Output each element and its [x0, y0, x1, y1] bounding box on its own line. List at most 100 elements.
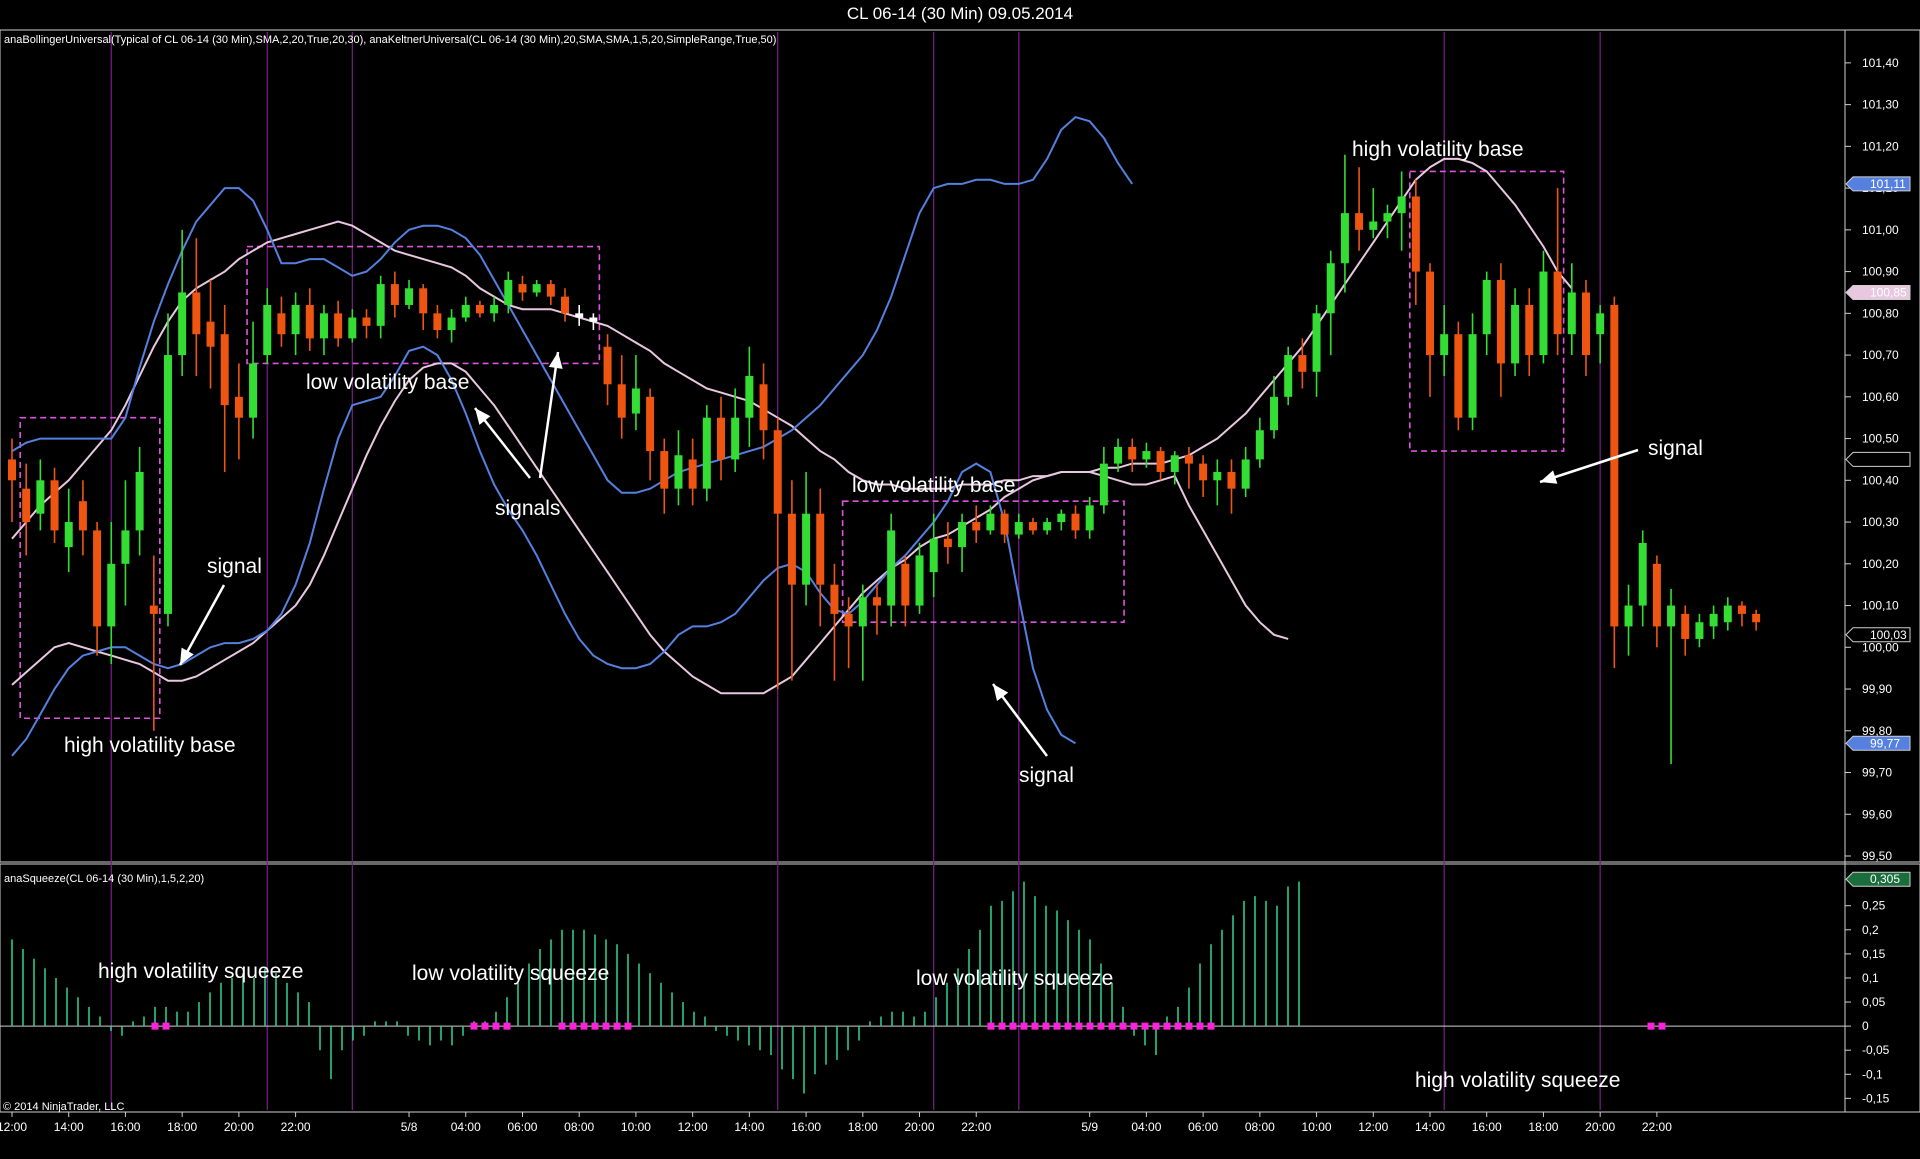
- time-tick-label-9: 08:00: [564, 1120, 594, 1134]
- candle-body-46: [660, 451, 669, 489]
- candle-body-8: [121, 530, 130, 564]
- candle-body-3: [50, 480, 59, 531]
- price-tick-label-19: 99,50: [1862, 849, 1892, 863]
- candle-body-76: [1085, 505, 1094, 531]
- candle-body-41: [589, 317, 598, 322]
- candle-body-0: [8, 459, 16, 481]
- candle-body-50: [717, 417, 725, 460]
- time-tick-label-7: 04:00: [451, 1120, 481, 1134]
- squeeze-dot-33: [1207, 1022, 1215, 1030]
- time-tick-label-26: 20:00: [1585, 1120, 1615, 1134]
- squeeze-dot-27: [1141, 1022, 1149, 1030]
- price-tick-label-11: 100,30: [1862, 515, 1899, 529]
- candle-body-111: [1581, 292, 1590, 356]
- candle-body-52: [745, 375, 754, 418]
- squeeze-dot-4: [492, 1022, 500, 1030]
- candle-body-45: [646, 396, 655, 452]
- candle-body-87: [1241, 459, 1250, 489]
- candle-body-48: [688, 459, 697, 489]
- price-tick-label-9: 100,50: [1862, 432, 1899, 446]
- squeeze-dot-2: [470, 1022, 478, 1030]
- candle-body-40: [575, 313, 584, 318]
- candle-body-56: [802, 513, 811, 585]
- candle-body-82: [1170, 455, 1179, 472]
- candle-body-66: [943, 538, 952, 548]
- indicator-tick-label-3: 0,1: [1862, 971, 1879, 985]
- candle-body-59: [844, 613, 853, 627]
- time-tick-label-24: 16:00: [1472, 1120, 1502, 1134]
- price-tick-label-13: 100,10: [1862, 599, 1899, 613]
- squeeze-dot-12: [624, 1022, 632, 1030]
- candle-body-34: [490, 304, 499, 314]
- candle-body-7: [107, 563, 116, 627]
- price-axis: 101,40101,30101,20101,10101,00100,90100,…: [1845, 56, 1911, 863]
- candle-body-21: [305, 304, 314, 339]
- candle-body-39: [561, 296, 570, 314]
- candle-body-80: [1142, 451, 1151, 460]
- indicator-tick-label-8: -0,15: [1862, 1091, 1890, 1105]
- candle-body-118: [1681, 613, 1690, 639]
- price-tick-label-10: 100,40: [1862, 473, 1899, 487]
- candle-body-117: [1667, 605, 1676, 627]
- candle-body-16: [234, 396, 243, 418]
- squeeze-indicator-label: anaSqueeze(CL 06-14 (30 Min),1,5,2,20): [4, 873, 204, 885]
- candle-body-120: [1709, 613, 1718, 627]
- time-tick-label-8: 06:00: [507, 1120, 537, 1134]
- candle-body-64: [915, 555, 924, 606]
- time-tick-label-4: 20:00: [224, 1120, 254, 1134]
- candle-body-91: [1298, 355, 1307, 372]
- squeeze-dot-17: [1031, 1022, 1039, 1030]
- squeeze-dot-10: [602, 1022, 610, 1030]
- candle-body-51: [731, 417, 740, 460]
- time-tick-label-3: 18:00: [167, 1120, 197, 1134]
- candle-body-106: [1511, 304, 1520, 364]
- price-tick-label-17: 99,70: [1862, 766, 1892, 780]
- copyright-text: © 2014 NinjaTrader, LLC: [3, 1101, 124, 1113]
- candle-body-116: [1652, 563, 1661, 627]
- squeeze-dot-30: [1174, 1022, 1182, 1030]
- candle-body-38: [546, 284, 555, 297]
- candle-body-86: [1227, 471, 1236, 489]
- candle-body-121: [1723, 605, 1732, 623]
- squeeze-dot-11: [613, 1022, 621, 1030]
- time-tick-label-16: 22:00: [961, 1120, 991, 1134]
- price-tag-label-1: 100,85: [1870, 285, 1907, 299]
- candle-body-2: [36, 480, 45, 514]
- time-tick-label-5: 22:00: [281, 1120, 311, 1134]
- candle-body-90: [1284, 355, 1293, 397]
- time-tick-label-11: 12:00: [678, 1120, 708, 1134]
- time-tick-label-25: 18:00: [1528, 1120, 1558, 1134]
- squeeze-dot-5: [503, 1022, 511, 1030]
- candle-body-33: [475, 304, 484, 314]
- candle-body-96: [1369, 221, 1378, 230]
- candle-body-112: [1596, 313, 1605, 335]
- candle-body-4: [64, 522, 73, 548]
- candle-body-18: [263, 304, 272, 356]
- price-tick-label-8: 100,60: [1862, 390, 1899, 404]
- candle-body-29: [419, 288, 428, 314]
- squeeze-dot-13: [987, 1022, 995, 1030]
- candle-body-17: [249, 363, 258, 418]
- time-tick-label-19: 06:00: [1188, 1120, 1218, 1134]
- candle-body-68: [972, 522, 981, 531]
- candle-body-58: [830, 584, 839, 614]
- squeeze-dot-20: [1064, 1022, 1072, 1030]
- candle-body-100: [1426, 271, 1434, 356]
- candle-body-122: [1737, 605, 1746, 614]
- price-tick-label-7: 100,70: [1862, 348, 1899, 362]
- price-tick-label-0: 101,40: [1862, 56, 1899, 70]
- candle-body-94: [1340, 213, 1349, 264]
- time-tick-label-18: 04:00: [1131, 1120, 1161, 1134]
- annotation-high-volatility-squeeze-2: high volatility squeeze: [1415, 1069, 1620, 1092]
- time-tick-label-23: 14:00: [1415, 1120, 1445, 1134]
- squeeze-dot-1: [162, 1022, 170, 1030]
- candle-body-22: [319, 313, 328, 339]
- time-tick-label-10: 10:00: [621, 1120, 651, 1134]
- indicator-tick-label-7: -0,1: [1862, 1067, 1883, 1081]
- candle-body-69: [986, 513, 995, 531]
- time-tick-label-1: 14:00: [54, 1120, 84, 1134]
- candle-body-35: [504, 279, 513, 305]
- candle-body-27: [390, 284, 399, 305]
- candle-body-20: [291, 304, 300, 335]
- time-tick-label-14: 18:00: [848, 1120, 878, 1134]
